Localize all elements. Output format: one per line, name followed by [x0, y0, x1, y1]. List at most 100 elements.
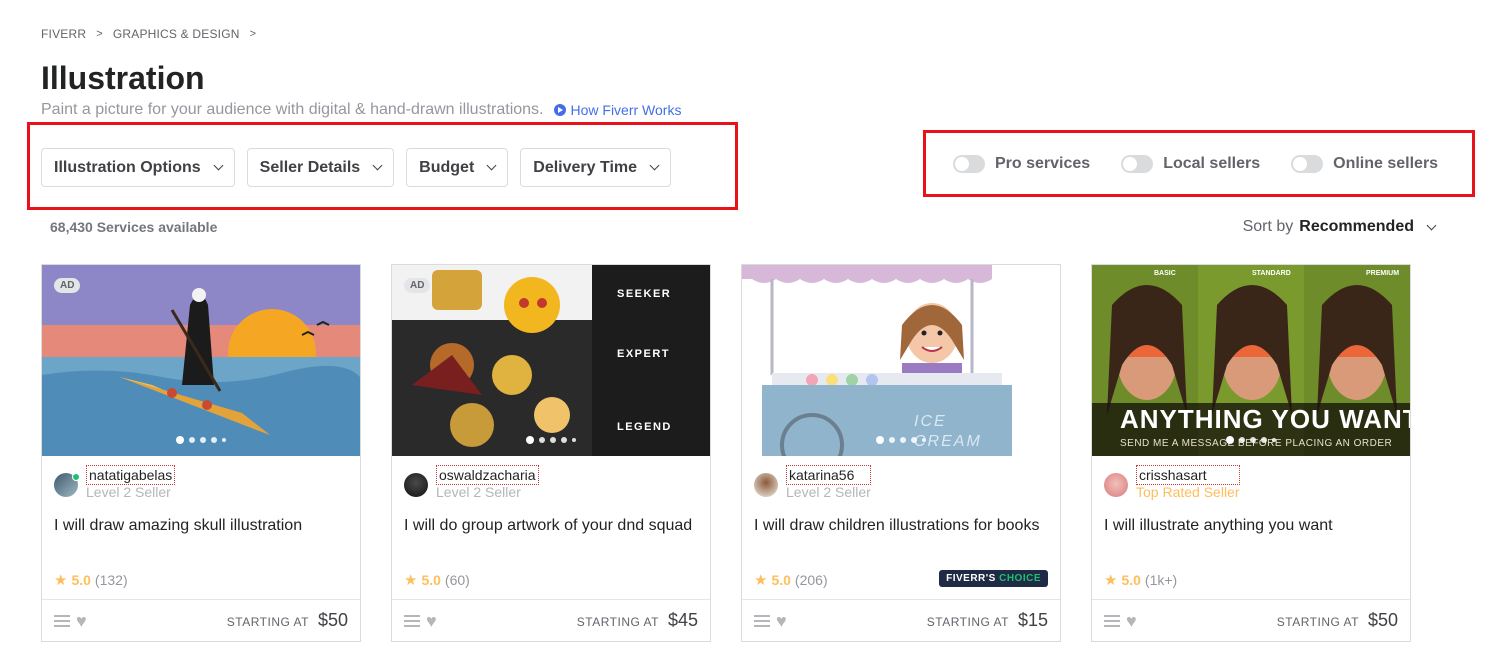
collections-menu-icon[interactable]	[54, 614, 70, 627]
carousel-dot[interactable]	[922, 438, 926, 442]
collections-menu-icon[interactable]	[1104, 614, 1120, 627]
collections-menu-icon[interactable]	[404, 614, 420, 627]
gig-title[interactable]: I will do group artwork of your dnd squa…	[404, 515, 696, 537]
star-icon: ★	[404, 572, 418, 589]
filter-label: Budget	[419, 158, 475, 176]
carousel-dot[interactable]	[876, 436, 884, 444]
image-headline: ANYTHING YOU WANT	[1120, 404, 1410, 434]
filter-label: Illustration Options	[54, 158, 201, 176]
rating-score: 5.0	[771, 572, 791, 588]
seller-name[interactable]: katarina56	[786, 465, 871, 485]
carousel-dots[interactable]	[876, 436, 926, 444]
heart-icon[interactable]: ♥	[1126, 612, 1137, 630]
seller-name[interactable]: oswaldzacharia	[436, 465, 539, 485]
carousel-dot[interactable]	[572, 438, 576, 442]
chevron-right-icon: >	[249, 28, 257, 40]
chevron-down-icon	[486, 160, 497, 171]
carousel-dot[interactable]	[561, 437, 567, 443]
filter-seller-details[interactable]: Seller Details	[246, 148, 395, 187]
avatar[interactable]	[54, 473, 80, 497]
carousel-dots[interactable]	[1226, 436, 1276, 444]
breadcrumb-item-fiverr[interactable]: FIVERR	[41, 27, 86, 41]
carousel-dots[interactable]	[526, 436, 576, 444]
toggle-switch[interactable]	[1121, 155, 1154, 173]
avatar[interactable]	[404, 473, 428, 497]
carousel-dot[interactable]	[222, 438, 226, 442]
filter-delivery-time[interactable]: Delivery Time	[520, 148, 672, 187]
carousel-dot[interactable]	[1261, 437, 1267, 443]
fiverrs-choice-badge: FIVERR'S CHOICE	[939, 570, 1048, 587]
seller-name[interactable]: natatigabelas	[86, 465, 176, 485]
avatar[interactable]	[1104, 473, 1128, 497]
carousel-dot[interactable]	[539, 437, 545, 443]
carousel-dot[interactable]	[900, 437, 906, 443]
toggle-switch[interactable]	[953, 155, 985, 173]
heart-icon[interactable]: ♥	[76, 612, 87, 630]
price-info[interactable]: STARTING AT $45	[577, 610, 698, 631]
gig-card[interactable]: SEEKER EXPERT LEGEND AD oswaldzacharia L…	[391, 264, 711, 642]
toggle-online-sellers[interactable]: Online sellers	[1291, 155, 1438, 173]
image-label-legend: LEGEND	[617, 421, 672, 433]
gig-title[interactable]: I will draw children illustrations for b…	[754, 515, 1046, 537]
filter-label: Delivery Time	[533, 158, 638, 176]
rating-score: 5.0	[421, 572, 441, 588]
seller-info: crisshasart Top Rated Seller	[1104, 465, 1240, 500]
carousel-dot[interactable]	[1239, 437, 1245, 443]
ad-badge: AD	[404, 278, 431, 293]
play-icon	[553, 104, 566, 116]
carousel-dot[interactable]	[1250, 437, 1256, 443]
carousel-dot[interactable]	[911, 437, 917, 443]
gig-thumbnail[interactable]: AD	[42, 265, 360, 456]
how-fiverr-works-link[interactable]: How Fiverr Works	[553, 102, 681, 118]
gig-thumbnail[interactable]: BASIC STANDARD PREMIUM ANYTHING YOU WANT…	[1092, 265, 1410, 456]
toggle-switch[interactable]	[1291, 155, 1324, 173]
carousel-dot[interactable]	[550, 437, 556, 443]
sort-prefix: Sort by	[1242, 218, 1294, 235]
seller-info: natatigabelas Level 2 Seller	[54, 465, 176, 500]
heart-icon[interactable]: ♥	[776, 612, 787, 630]
sort-dropdown[interactable]: Sort by Recommended	[1242, 218, 1437, 236]
carousel-dot[interactable]	[211, 437, 217, 443]
gig-card[interactable]: AD natatigabelas Level 2 Seller I will d…	[41, 264, 361, 642]
chevron-down-icon	[372, 160, 383, 171]
gig-title[interactable]: I will draw amazing skull illustration	[54, 515, 346, 537]
price-info[interactable]: STARTING AT $50	[1277, 610, 1398, 631]
carousel-dot[interactable]	[200, 437, 206, 443]
rating-score: 5.0	[71, 572, 91, 588]
gig-rating: ★ 5.0 (1k+)	[1104, 571, 1177, 589]
breadcrumb-item-graphics-design[interactable]: GRAPHICS & DESIGN	[113, 27, 240, 41]
ad-badge: AD	[54, 278, 81, 293]
carousel-dots[interactable]	[176, 436, 226, 444]
image-label-ice: ICE	[914, 413, 947, 430]
toggle-label: Pro services	[995, 155, 1091, 172]
price-info[interactable]: STARTING AT $50	[227, 610, 348, 631]
image-label-premium: PREMIUM	[1366, 270, 1400, 277]
price-info[interactable]: STARTING AT $15	[927, 610, 1048, 631]
carousel-dot[interactable]	[1226, 436, 1234, 444]
rating-count: (132)	[94, 572, 128, 588]
carousel-dot[interactable]	[176, 436, 184, 444]
gig-card[interactable]: BASIC STANDARD PREMIUM ANYTHING YOU WANT…	[1091, 264, 1411, 642]
seller-name[interactable]: crisshasart	[1136, 465, 1240, 485]
card-footer: ♥ STARTING AT $50	[1092, 599, 1410, 641]
toggle-pro-services[interactable]: Pro services	[953, 155, 1090, 173]
toggle-local-sellers[interactable]: Local sellers	[1121, 155, 1260, 173]
gig-thumbnail[interactable]: ICE CREAM	[742, 265, 1060, 456]
heart-icon[interactable]: ♥	[426, 612, 437, 630]
carousel-dot[interactable]	[526, 436, 534, 444]
chevron-down-icon	[213, 160, 224, 171]
results-count: 68,430 Services available	[50, 219, 218, 235]
filter-illustration-options[interactable]: Illustration Options	[41, 148, 235, 187]
collections-menu-icon[interactable]	[754, 614, 770, 627]
gig-price: $45	[667, 610, 698, 630]
card-footer: ♥ STARTING AT $50	[42, 599, 360, 641]
carousel-dot[interactable]	[889, 437, 895, 443]
carousel-dot[interactable]	[189, 437, 195, 443]
gig-image-ice-cream-cart	[742, 265, 1060, 456]
gig-thumbnail[interactable]: SEEKER EXPERT LEGEND AD	[392, 265, 710, 456]
gig-title[interactable]: I will illustrate anything you want	[1104, 515, 1396, 537]
carousel-dot[interactable]	[1272, 438, 1276, 442]
filter-budget[interactable]: Budget	[406, 148, 509, 187]
gig-card[interactable]: ICE CREAM katarina56 Level 2 Seller I wi…	[741, 264, 1061, 642]
avatar[interactable]	[754, 473, 778, 497]
